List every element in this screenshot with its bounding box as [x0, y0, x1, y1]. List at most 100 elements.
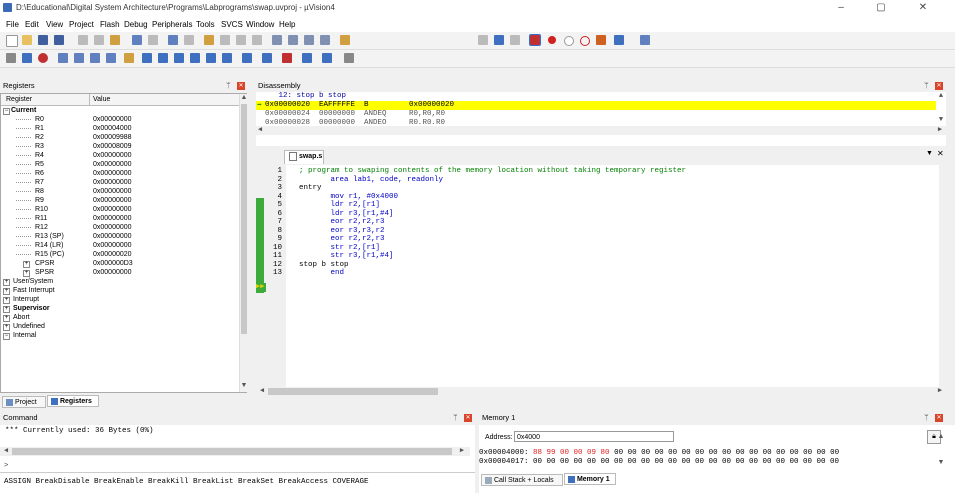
- run-icon[interactable]: [22, 53, 32, 63]
- scroll-thumb[interactable]: [241, 104, 247, 334]
- code-line[interactable]: eor r2,r2,r3: [299, 235, 385, 244]
- scroll-left-icon[interactable]: ◀: [256, 126, 264, 134]
- register-row[interactable]: R3 0x00008009: [1, 142, 237, 151]
- unindent-icon[interactable]: [288, 35, 298, 45]
- code-line[interactable]: stop b stop: [299, 261, 349, 270]
- memory-window-icon[interactable]: [242, 53, 252, 63]
- scroll-left-icon[interactable]: ◀: [2, 447, 10, 455]
- kill-breakpoints-icon[interactable]: [580, 36, 590, 46]
- close-icon[interactable]: ✕: [237, 82, 245, 90]
- register-row[interactable]: R14 (LR) 0x00000000: [1, 241, 237, 250]
- scroll-up-icon[interactable]: ▲: [937, 92, 945, 100]
- tab-memory-1[interactable]: Memory 1: [564, 473, 616, 485]
- register-row[interactable]: R8 0x00000000: [1, 187, 237, 196]
- register-value[interactable]: 0x00000000: [93, 178, 132, 187]
- settings-icon[interactable]: [640, 35, 650, 45]
- register-value[interactable]: 0x00000000: [93, 151, 132, 160]
- toolbox-icon[interactable]: [344, 53, 354, 63]
- pin-icon[interactable]: ᛘ: [226, 79, 231, 92]
- register-row[interactable]: + CPSR 0x000000D3: [1, 259, 237, 268]
- menu-flash[interactable]: Flash: [100, 20, 120, 29]
- expand-icon[interactable]: +: [23, 261, 30, 268]
- disable-breakpoint-icon[interactable]: [564, 36, 574, 46]
- pin-icon[interactable]: ᛘ: [453, 411, 458, 424]
- expand-icon[interactable]: +: [23, 270, 30, 277]
- register-group-current[interactable]: Current: [11, 106, 36, 115]
- register-value[interactable]: 0x00000000: [93, 205, 132, 214]
- disasm-line[interactable]: 0x00000028 00000000 ANDEQ R0,R0,R0: [265, 119, 445, 124]
- expand-icon[interactable]: +: [3, 306, 10, 313]
- call-stack-icon[interactable]: [206, 53, 216, 63]
- system-viewer-icon[interactable]: [322, 53, 332, 63]
- register-row[interactable]: R6 0x00000000: [1, 169, 237, 178]
- menu-project[interactable]: Project: [69, 20, 94, 29]
- command-window-icon[interactable]: [142, 53, 152, 63]
- new-file-icon[interactable]: [6, 35, 18, 47]
- register-row[interactable]: R7 0x00000000: [1, 178, 237, 187]
- step-into-icon[interactable]: [58, 53, 68, 63]
- close-tab-icon[interactable]: ✕: [937, 149, 944, 158]
- register-value[interactable]: 0x00000020: [93, 250, 132, 259]
- register-row[interactable]: R15 (PC) 0x00000020: [1, 250, 237, 259]
- scroll-thumb[interactable]: [268, 388, 438, 395]
- code-line[interactable]: mov r1, #0x4000: [299, 193, 399, 202]
- menu-svcs[interactable]: SVCS: [221, 20, 243, 29]
- editor-vscrollbar[interactable]: [939, 165, 946, 387]
- expand-icon[interactable]: +: [3, 279, 10, 286]
- code-line[interactable]: ldr r2,[r1]: [299, 201, 381, 210]
- pin-icon[interactable]: ᛘ: [924, 411, 929, 424]
- maximize-button[interactable]: ▢: [866, 1, 896, 15]
- register-row[interactable]: R2 0x00009988: [1, 133, 237, 142]
- save-all-icon[interactable]: [54, 35, 64, 45]
- register-row[interactable]: R1 0x00004000: [1, 124, 237, 133]
- scroll-up-icon[interactable]: ▲: [937, 433, 945, 441]
- scroll-right-icon[interactable]: ▶: [936, 126, 944, 134]
- register-value[interactable]: 0x00000000: [93, 241, 132, 250]
- window-layout-icon[interactable]: [614, 35, 624, 45]
- register-value[interactable]: 0x000000D3: [93, 259, 133, 268]
- show-next-statement-icon[interactable]: [124, 53, 134, 63]
- register-row[interactable]: R9 0x00000000: [1, 196, 237, 205]
- disasm-line[interactable]: 0x00000020 EAFFFFFE B 0x00000020: [265, 101, 454, 110]
- bookmark-icon[interactable]: [204, 35, 214, 45]
- register-row[interactable]: + SPSR 0x00000000: [1, 268, 237, 277]
- menu-help[interactable]: Help: [279, 20, 295, 29]
- register-value[interactable]: 0x00000000: [93, 169, 132, 178]
- configure-icon[interactable]: [478, 35, 488, 45]
- scroll-down-icon[interactable]: ▼: [937, 116, 945, 124]
- scroll-up-icon[interactable]: ▲: [240, 94, 248, 102]
- next-bookmark-icon[interactable]: [236, 35, 246, 45]
- save-icon[interactable]: [38, 35, 48, 45]
- code-editor[interactable]: ▶▶ 1 ; program to swaping contents of the…: [256, 165, 946, 396]
- command-prompt[interactable]: >: [4, 462, 9, 470]
- registers-scrollbar[interactable]: ▲ ▼: [239, 94, 248, 392]
- register-value[interactable]: 0x00000000: [93, 160, 132, 169]
- code-line[interactable]: str r3,[r1,#4]: [299, 252, 394, 261]
- command-hscrollbar[interactable]: ◀ ▶: [0, 447, 470, 456]
- step-out-icon[interactable]: [90, 53, 100, 63]
- disassembly-window-icon[interactable]: [158, 53, 168, 63]
- prev-bookmark-icon[interactable]: [220, 35, 230, 45]
- minimize-button[interactable]: –: [826, 1, 856, 15]
- paste-icon[interactable]: [110, 35, 120, 45]
- scroll-down-icon[interactable]: ▼: [937, 459, 945, 467]
- register-row[interactable]: R5 0x00000000: [1, 160, 237, 169]
- expand-icon[interactable]: +: [3, 324, 10, 331]
- debug-session-icon[interactable]: [529, 34, 541, 46]
- register-row[interactable]: R12 0x00000000: [1, 223, 237, 232]
- disasm-line[interactable]: 0x00000024 00000000 ANDEQ R0,R0,R0: [265, 110, 445, 119]
- register-value[interactable]: 0x00009988: [93, 133, 132, 142]
- menu-file[interactable]: File: [6, 20, 19, 29]
- copy-icon[interactable]: [94, 35, 104, 45]
- collapse-icon[interactable]: −: [3, 108, 10, 115]
- editor-hscrollbar[interactable]: ◀ ▶: [256, 387, 946, 396]
- symbols-window-icon[interactable]: [174, 53, 184, 63]
- code-line[interactable]: str r2,[r1]: [299, 244, 381, 253]
- scroll-right-icon[interactable]: ▶: [458, 447, 466, 455]
- options-icon[interactable]: [494, 35, 504, 45]
- register-row[interactable]: R4 0x00000000: [1, 151, 237, 160]
- indent-icon[interactable]: [272, 35, 282, 45]
- address-input[interactable]: 0x4000: [514, 431, 674, 442]
- code-line[interactable]: ; program to swaping contents of the mem…: [299, 167, 686, 176]
- manage-icon[interactable]: [510, 35, 520, 45]
